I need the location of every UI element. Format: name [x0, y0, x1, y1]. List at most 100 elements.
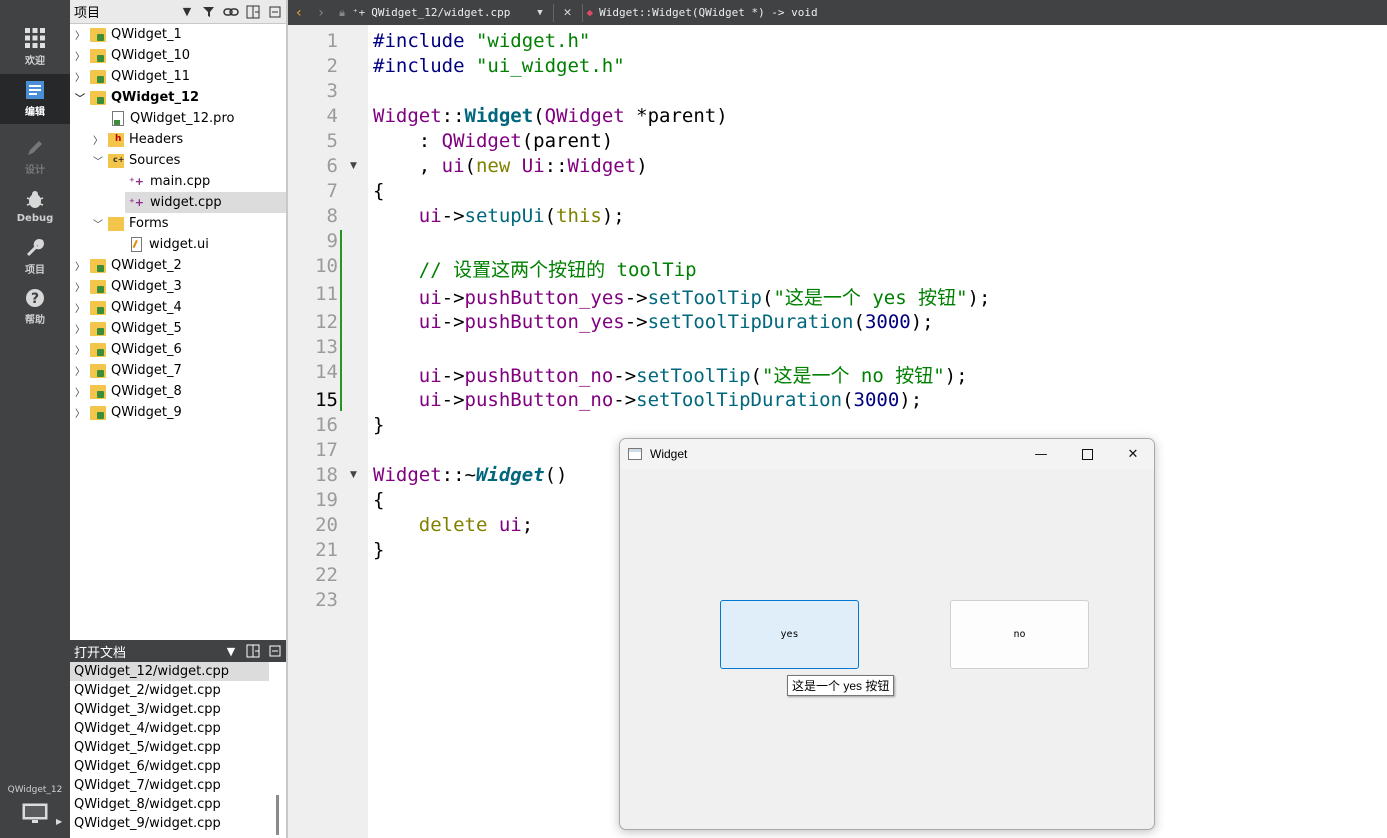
- chevron-right-icon[interactable]: 〉: [73, 384, 87, 399]
- fold-marker-icon[interactable]: ▼: [350, 470, 357, 480]
- line-number: 20: [315, 514, 338, 536]
- dropdown-arrow-icon[interactable]: ▼: [537, 8, 542, 18]
- code-line: : QWidget(parent): [373, 130, 614, 152]
- tooltip: 这是一个 yes 按钮: [787, 675, 895, 696]
- nav-back-icon[interactable]: ‹: [288, 5, 310, 21]
- code-line: Widget::~Widget(): [373, 464, 568, 486]
- tree-item-project[interactable]: 〉 QWidget_8: [70, 381, 286, 402]
- tree-item-widget-ui[interactable]: widget.ui: [70, 234, 286, 255]
- line-number: 2: [326, 55, 338, 77]
- chevron-right-icon[interactable]: 〉: [91, 132, 105, 147]
- window-titlebar[interactable]: Widget — ✕: [620, 439, 1154, 469]
- tree-item-headers[interactable]: 〉 Headers: [70, 129, 286, 150]
- tree-item-label: QWidget_3: [111, 279, 182, 294]
- code-line: }: [373, 539, 385, 561]
- triangle-right-icon[interactable]: ▶: [56, 817, 62, 826]
- chevron-right-icon[interactable]: 〉: [73, 405, 87, 420]
- close-panel-icon[interactable]: [264, 639, 286, 663]
- chevron-right-icon[interactable]: 〉: [73, 321, 87, 336]
- open-document-item[interactable]: QWidget_4/widget.cpp: [70, 719, 269, 738]
- tree-item-label: Headers: [129, 132, 184, 147]
- dropdown-arrow-icon[interactable]: ▼: [220, 639, 242, 663]
- minimize-icon[interactable]: —: [1018, 439, 1064, 469]
- line-number: 22: [315, 564, 338, 586]
- fold-marker-icon[interactable]: ▼: [350, 161, 357, 171]
- open-document-item[interactable]: QWidget_12/widget.cpp: [70, 662, 269, 681]
- nav-forward-icon[interactable]: ›: [310, 5, 332, 21]
- mode-help[interactable]: ? 帮助: [0, 282, 70, 332]
- open-documents-title[interactable]: 打开文档: [70, 642, 220, 661]
- mode-design[interactable]: 设计: [0, 132, 70, 182]
- open-document-item[interactable]: QWidget_6/widget.cpp: [70, 757, 269, 776]
- chevron-right-icon[interactable]: 〉: [73, 300, 87, 315]
- open-document-item[interactable]: QWidget_7/widget.cpp: [70, 776, 269, 795]
- tree-item-project[interactable]: 〉 QWidget_1: [70, 24, 286, 45]
- tree-item-label: QWidget_5: [111, 321, 182, 336]
- tree-item-project[interactable]: 〉 QWidget_11: [70, 66, 286, 87]
- tree-item-project[interactable]: 〉 QWidget_4: [70, 297, 286, 318]
- projects-panel-title[interactable]: 项目: [70, 2, 176, 21]
- mode-debug[interactable]: Debug: [0, 182, 70, 232]
- mode-projects[interactable]: 项目: [0, 232, 70, 282]
- split-icon[interactable]: [242, 0, 264, 24]
- chevron-right-icon[interactable]: 〉: [73, 258, 87, 273]
- open-documents-list: QWidget_12/widget.cpp QWidget_2/widget.c…: [70, 662, 286, 838]
- code-line: ui->pushButton_no->setToolTip("这是一个 no 按…: [418, 365, 968, 387]
- sources-folder-icon: [108, 153, 124, 168]
- tree-item-pro-file[interactable]: QWidget_12.pro: [70, 108, 286, 129]
- symbol-combo[interactable]: Widget::Widget(QWidget *) -> void: [599, 6, 818, 19]
- close-icon[interactable]: ✕: [1110, 439, 1154, 469]
- link-icon[interactable]: [220, 0, 242, 24]
- chevron-down-icon[interactable]: ﹀: [91, 216, 105, 231]
- maximize-icon[interactable]: [1064, 439, 1110, 469]
- kit-selector-label[interactable]: QWidget_12: [0, 785, 70, 795]
- filter-icon[interactable]: [198, 0, 220, 24]
- open-document-item[interactable]: QWidget_5/widget.cpp: [70, 738, 269, 757]
- tree-item-project[interactable]: 〉 QWidget_6: [70, 339, 286, 360]
- chevron-right-icon[interactable]: 〉: [73, 69, 87, 84]
- line-number: 5: [326, 130, 338, 152]
- close-panel-icon[interactable]: [264, 0, 286, 24]
- yes-button[interactable]: yes: [720, 600, 859, 669]
- chevron-down-icon[interactable]: ﹀: [73, 90, 87, 105]
- tree-item-forms[interactable]: ﹀ Forms: [70, 213, 286, 234]
- line-number: 11: [315, 283, 338, 305]
- open-document-item[interactable]: QWidget_9/widget.cpp: [70, 814, 269, 833]
- svg-text:?: ?: [31, 291, 39, 307]
- tree-item-project-active[interactable]: ﹀ QWidget_12: [70, 87, 286, 108]
- mode-edit[interactable]: 编辑: [0, 74, 70, 124]
- tree-item-label: Sources: [129, 153, 181, 168]
- close-document-icon[interactable]: ✕: [564, 5, 572, 20]
- tree-item-main-cpp[interactable]: ⁺+ main.cpp: [70, 171, 286, 192]
- tree-item-widget-cpp[interactable]: ⁺+ widget.cpp: [70, 192, 286, 213]
- tree-item-label: main.cpp: [150, 174, 211, 189]
- open-document-item[interactable]: QWidget_2/widget.cpp: [70, 681, 269, 700]
- line-number: 19: [315, 489, 338, 511]
- chevron-right-icon[interactable]: 〉: [73, 48, 87, 63]
- chevron-down-icon[interactable]: ﹀: [91, 153, 105, 168]
- chevron-right-icon[interactable]: 〉: [73, 27, 87, 42]
- chevron-right-icon[interactable]: 〉: [73, 342, 87, 357]
- mode-welcome[interactable]: 欢迎: [0, 22, 70, 72]
- open-document-item[interactable]: QWidget_8/widget.cpp: [70, 795, 269, 814]
- tree-item-sources[interactable]: ﹀ Sources: [70, 150, 286, 171]
- split-icon[interactable]: [242, 639, 264, 663]
- tree-item-project[interactable]: 〉 QWidget_10: [70, 45, 286, 66]
- tree-item-label: QWidget_2: [111, 258, 182, 273]
- line-number-current: 15: [315, 389, 338, 411]
- tree-item-project[interactable]: 〉 QWidget_7: [70, 360, 286, 381]
- no-button[interactable]: no: [950, 600, 1089, 669]
- scrollbar-handle[interactable]: [276, 795, 279, 835]
- tree-item-project[interactable]: 〉 QWidget_3: [70, 276, 286, 297]
- chevron-right-icon[interactable]: 〉: [73, 363, 87, 378]
- tree-item-project[interactable]: 〉 QWidget_5: [70, 318, 286, 339]
- chevron-right-icon[interactable]: 〉: [73, 279, 87, 294]
- open-document-item[interactable]: QWidget_3/widget.cpp: [70, 700, 269, 719]
- cpp-file-icon: ⁺+: [129, 175, 145, 188]
- tree-item-project[interactable]: 〉 QWidget_9: [70, 402, 286, 423]
- tree-item-project[interactable]: 〉 QWidget_2: [70, 255, 286, 276]
- toolbar-separator: [581, 3, 583, 22]
- monitor-icon[interactable]: [22, 803, 48, 825]
- document-combo[interactable]: QWidget_12/widget.cpp: [371, 6, 531, 19]
- dropdown-arrow-icon[interactable]: ▼: [176, 0, 198, 24]
